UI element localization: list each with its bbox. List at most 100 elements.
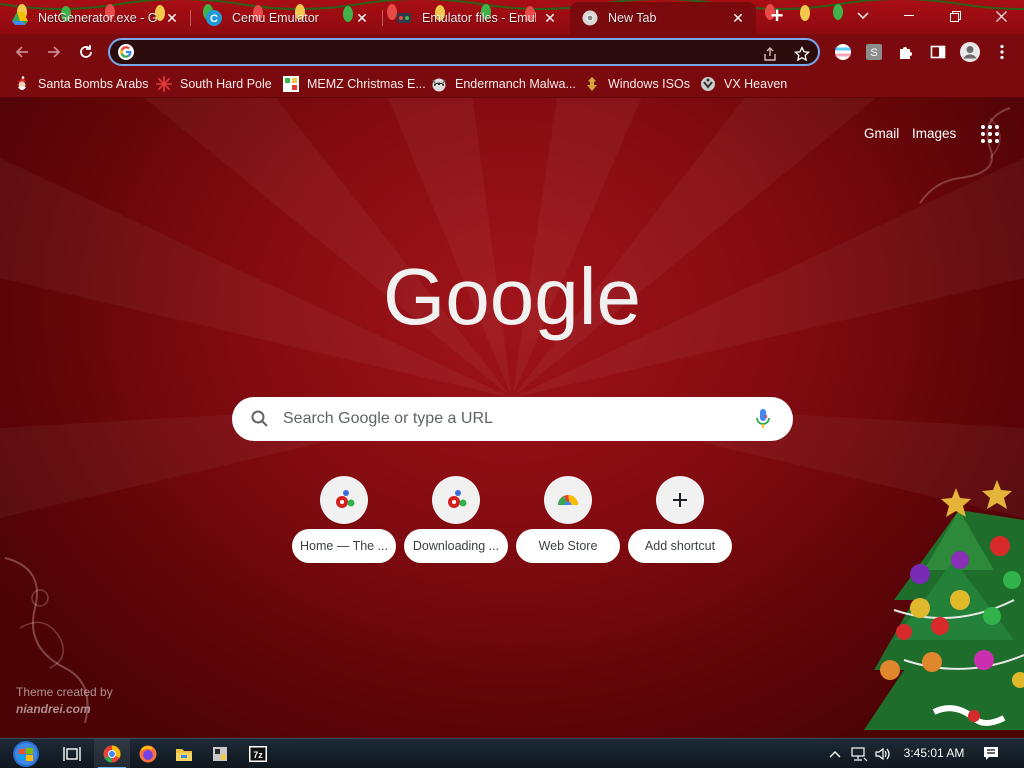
theme-credit: Theme created by niandrei.com bbox=[16, 684, 113, 718]
taskbar-chrome[interactable] bbox=[94, 739, 130, 768]
chevron-down-icon bbox=[857, 12, 869, 19]
microphone-icon[interactable] bbox=[754, 408, 772, 430]
taskbar-7zip[interactable]: 7z bbox=[240, 739, 276, 768]
tab-title: NetGenerator.exe - Go bbox=[38, 11, 158, 25]
bookmark-vx-heaven[interactable]: VX Heaven bbox=[700, 74, 787, 94]
reload-button[interactable] bbox=[73, 39, 99, 65]
back-button[interactable] bbox=[9, 39, 35, 65]
svg-text:Google: Google bbox=[383, 258, 641, 341]
vx-heaven-icon bbox=[700, 76, 716, 92]
close-tab-icon[interactable]: ✕ bbox=[164, 10, 180, 26]
minimize-button[interactable] bbox=[886, 0, 932, 32]
google-apps-button[interactable] bbox=[980, 124, 1000, 144]
new-tab-button[interactable]: + bbox=[766, 5, 788, 28]
tab-separator bbox=[382, 10, 383, 26]
app-icon bbox=[213, 747, 227, 761]
shortcut-tile[interactable]: Home — The ... bbox=[292, 476, 396, 566]
plus-icon bbox=[656, 476, 704, 524]
apps-grid-icon bbox=[981, 125, 999, 143]
close-window-button[interactable] bbox=[978, 0, 1024, 32]
svg-text:S: S bbox=[870, 47, 877, 59]
shortcut-label: Add shortcut bbox=[628, 529, 732, 563]
transgender-flag-icon bbox=[835, 44, 851, 60]
tab-cemu[interactable]: C Cemu Emulator ✕ bbox=[194, 2, 380, 34]
extension-s-button[interactable]: S bbox=[862, 40, 886, 64]
tab-emulator-files[interactable]: Emulator files - Emulat ✕ bbox=[384, 2, 568, 34]
close-tab-icon[interactable]: ✕ bbox=[354, 10, 370, 26]
share-icon[interactable] bbox=[760, 44, 780, 64]
google-drive-icon bbox=[12, 10, 28, 26]
taskbar-firefox[interactable] bbox=[130, 739, 166, 768]
new-tab-page: Gmail Images Google Search Google or typ… bbox=[0, 98, 1024, 738]
bookmark-label: Windows ISOs bbox=[608, 77, 690, 91]
tab-strip: NetGenerator.exe - Go ✕ C Cemu Emulator … bbox=[0, 0, 1024, 34]
chevron-up-icon bbox=[829, 751, 841, 758]
google-g-icon bbox=[118, 44, 134, 60]
volume-button[interactable] bbox=[872, 739, 894, 768]
google-logo: Google bbox=[383, 258, 641, 341]
theme-credit-site: niandrei.com bbox=[16, 702, 91, 716]
images-link[interactable]: Images bbox=[912, 126, 956, 141]
notification-icon bbox=[984, 747, 998, 760]
menu-button[interactable] bbox=[990, 40, 1014, 64]
bookmark-santa-bombs-arabs[interactable]: Santa Bombs Arabs bbox=[14, 74, 148, 94]
taskbar-clock[interactable]: 3:45:01 AM bbox=[896, 746, 972, 760]
network-button[interactable] bbox=[848, 739, 870, 768]
extensions-button[interactable] bbox=[894, 40, 918, 64]
shortcut-label: Home — The ... bbox=[292, 529, 396, 563]
add-shortcut-tile[interactable]: Add shortcut bbox=[628, 476, 732, 566]
extension-flag-button[interactable] bbox=[831, 40, 855, 64]
profile-button[interactable] bbox=[958, 40, 982, 64]
raccoon-icon bbox=[431, 76, 447, 92]
shortcut-label: Downloading ... bbox=[404, 529, 508, 563]
puzzle-icon bbox=[900, 47, 912, 59]
restore-icon bbox=[949, 10, 961, 22]
gmail-link[interactable]: Gmail bbox=[864, 126, 899, 141]
bookmark-windows-isos[interactable]: Windows ISOs bbox=[584, 74, 690, 94]
tab-search-button[interactable] bbox=[840, 0, 886, 32]
omnibox-input[interactable] bbox=[142, 43, 742, 61]
side-panel-icon bbox=[930, 45, 946, 59]
side-panel-button[interactable] bbox=[926, 40, 950, 64]
close-tab-icon[interactable]: ✕ bbox=[542, 10, 558, 26]
tab-new-tab[interactable]: New Tab ✕ bbox=[570, 2, 756, 34]
network-icon bbox=[851, 747, 868, 762]
start-button[interactable] bbox=[6, 739, 46, 768]
bookmark-label: MEMZ Christmas E... bbox=[307, 77, 426, 91]
bookmarks-bar: Santa Bombs Arabs South Hard Pole MEMZ C… bbox=[0, 70, 1024, 98]
search-box[interactable]: Search Google or type a URL bbox=[232, 397, 793, 441]
bookmark-label: Santa Bombs Arabs bbox=[38, 77, 149, 91]
gears-icon bbox=[432, 476, 480, 524]
task-view-button[interactable] bbox=[54, 739, 90, 768]
shortcut-tile[interactable]: Downloading ... bbox=[404, 476, 508, 566]
taskbar-app[interactable] bbox=[202, 739, 238, 768]
tab-netgenerator[interactable]: NetGenerator.exe - Go ✕ bbox=[0, 2, 190, 34]
shortcut-tile[interactable]: Web Store bbox=[516, 476, 620, 566]
snowflake-icon bbox=[156, 76, 172, 92]
bookmark-endermanch[interactable]: Endermanch Malwa... bbox=[431, 74, 576, 94]
bookmark-label: Endermanch Malwa... bbox=[455, 77, 576, 91]
bookmark-south-hard-pole[interactable]: South Hard Pole bbox=[156, 74, 272, 94]
forward-button[interactable] bbox=[41, 39, 67, 65]
gears-icon bbox=[320, 476, 368, 524]
bookmark-memz-christmas[interactable]: MEMZ Christmas E... bbox=[283, 74, 426, 94]
restore-button[interactable] bbox=[932, 0, 978, 32]
web-store-icon bbox=[544, 476, 592, 524]
action-center-button[interactable] bbox=[980, 739, 1002, 768]
taskbar: 7z 3:45:01 AM bbox=[0, 738, 1024, 768]
close-icon bbox=[995, 10, 1007, 22]
bookmark-star-icon[interactable] bbox=[792, 44, 812, 64]
christmas-tree-decoration bbox=[864, 480, 1024, 730]
close-tab-icon[interactable]: ✕ bbox=[730, 10, 746, 26]
volume-icon bbox=[875, 747, 890, 761]
taskbar-file-explorer[interactable] bbox=[166, 739, 202, 768]
bookmark-label: South Hard Pole bbox=[180, 77, 272, 91]
address-bar[interactable] bbox=[108, 38, 820, 66]
show-hidden-icons-button[interactable] bbox=[826, 739, 844, 768]
arrow-right-icon bbox=[48, 46, 61, 58]
chrome-icon bbox=[582, 10, 598, 26]
tab-separator bbox=[190, 10, 191, 26]
tab-title: Cemu Emulator bbox=[232, 11, 319, 25]
7zip-icon: 7z bbox=[249, 746, 267, 762]
shortcut-label: Web Store bbox=[516, 529, 620, 563]
